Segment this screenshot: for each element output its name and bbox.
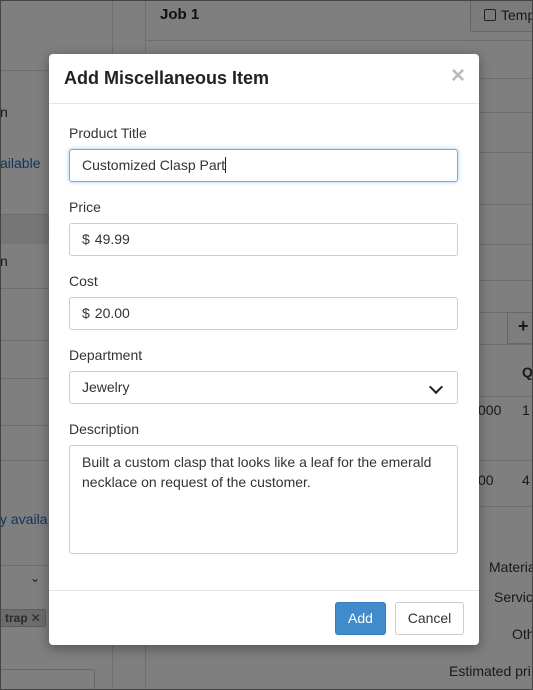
chevron-down-icon — [428, 379, 444, 395]
modal-header: Add Miscellaneous Item × — [49, 54, 479, 104]
cost-value: 20.00 — [94, 305, 130, 321]
price-label: Price — [69, 199, 101, 215]
department-label: Department — [69, 347, 143, 363]
close-icon[interactable]: × — [451, 64, 465, 88]
modal-title: Add Miscellaneous Item — [64, 68, 270, 88]
add-misc-item-dialog: Add Miscellaneous Item × Product Title C… — [49, 54, 479, 645]
department-select[interactable]: Jewelry — [69, 371, 458, 404]
product-title-label: Product Title — [69, 125, 147, 141]
price-value: 49.99 — [94, 231, 130, 247]
department-value: Jewelry — [82, 379, 130, 395]
product-title-value: Customized Clasp Part — [82, 157, 226, 173]
description-label: Description — [69, 421, 140, 437]
cost-label: Cost — [69, 273, 98, 289]
add-button[interactable]: Add — [335, 602, 386, 635]
price-input[interactable]: $49.99 — [69, 223, 458, 256]
cancel-button[interactable]: Cancel — [395, 602, 464, 635]
currency-prefix: $ — [82, 231, 90, 247]
text-cursor — [225, 157, 227, 173]
currency-prefix: $ — [82, 305, 90, 321]
description-textarea[interactable]: Built a custom clasp that looks like a l… — [69, 445, 458, 554]
modal-footer: Add Cancel — [49, 590, 479, 645]
cost-input[interactable]: $20.00 — [69, 297, 458, 330]
product-title-input[interactable]: Customized Clasp Part — [69, 149, 458, 182]
